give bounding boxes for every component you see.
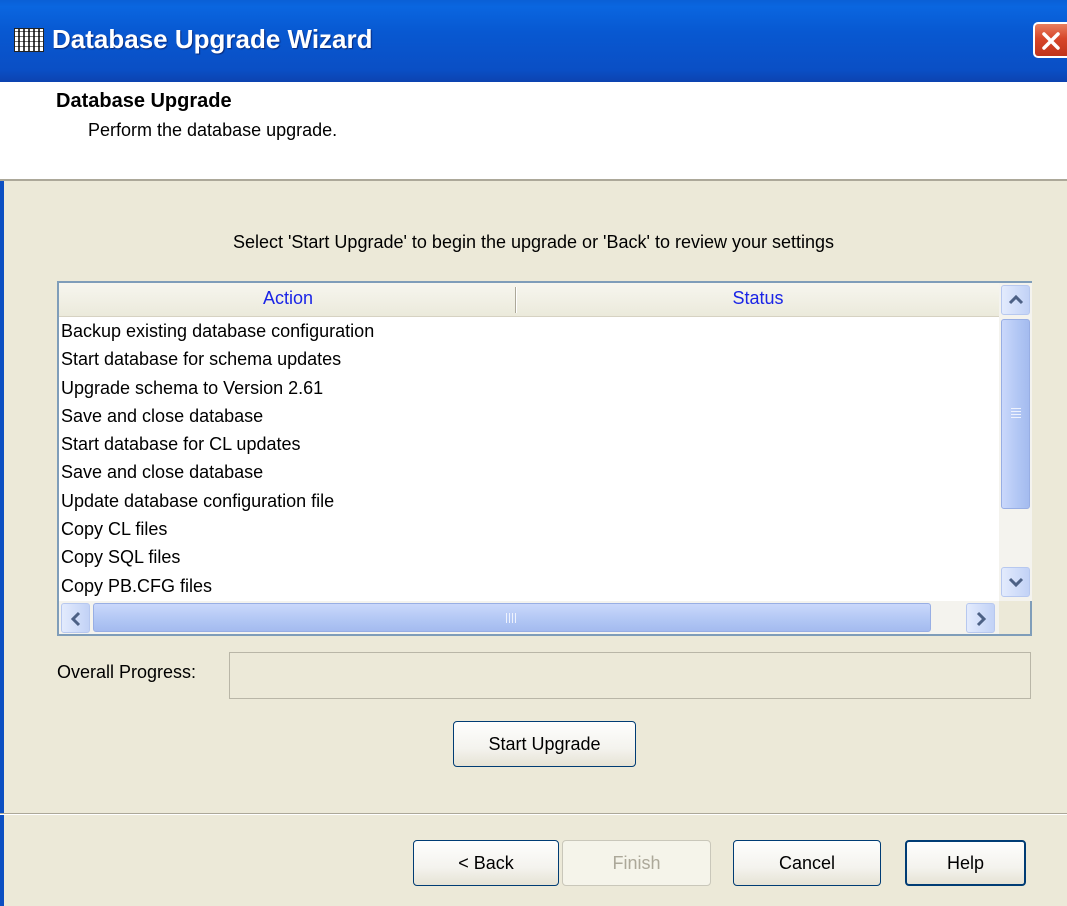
list-item[interactable]: Start database for schema updates	[59, 345, 999, 373]
finish-button[interactable]: Finish	[562, 840, 711, 886]
window-border-left	[0, 82, 4, 906]
list-item[interactable]: Save and close database	[59, 458, 999, 486]
action-status-list[interactable]: Action Status Backup existing database c…	[57, 281, 1032, 636]
list-rows: Backup existing database configuration S…	[59, 317, 999, 601]
column-header-action[interactable]: Action	[59, 288, 517, 309]
horizontal-scrollbar[interactable]	[59, 601, 999, 634]
scroll-down-button[interactable]	[1001, 567, 1030, 597]
scroll-right-button[interactable]	[966, 603, 995, 633]
column-header-status[interactable]: Status	[517, 288, 999, 309]
list-item[interactable]: Start database for CL updates	[59, 430, 999, 458]
list-column-header: Action Status	[59, 283, 999, 317]
list-item[interactable]: Copy CL files	[59, 515, 999, 543]
vertical-scrollbar[interactable]	[999, 283, 1032, 601]
back-button[interactable]: < Back	[413, 840, 559, 886]
scroll-left-button[interactable]	[61, 603, 90, 633]
page-subtitle: Perform the database upgrade.	[88, 120, 338, 140]
overall-progress-label: Overall Progress:	[57, 662, 197, 682]
database-wizard-icon	[14, 28, 44, 52]
footer-divider	[0, 813, 1067, 815]
instruction-text: Select 'Start Upgrade' to begin the upgr…	[232, 232, 835, 252]
vertical-scroll-thumb[interactable]	[1001, 319, 1030, 509]
window-title: Database Upgrade Wizard	[52, 24, 373, 54]
start-upgrade-button[interactable]: Start Upgrade	[453, 721, 636, 767]
help-button[interactable]: Help	[905, 840, 1026, 886]
title-bar[interactable]: Database Upgrade Wizard	[0, 0, 1067, 82]
close-button[interactable]	[1033, 22, 1067, 58]
wizard-header: Database Upgrade Perform the database up…	[0, 82, 1067, 181]
list-item[interactable]: Backup existing database configuration	[59, 317, 999, 345]
list-item[interactable]: Copy PB.CFG files	[59, 572, 999, 600]
list-item[interactable]: Update database configuration file	[59, 487, 999, 515]
list-item[interactable]: Upgrade schema to Version 2.61	[59, 374, 999, 402]
horizontal-scroll-thumb[interactable]	[93, 603, 931, 632]
list-item[interactable]: Copy SQL files	[59, 543, 999, 571]
page-title: Database Upgrade	[56, 90, 232, 112]
list-item[interactable]: Save and close database	[59, 402, 999, 430]
overall-progress-bar	[229, 652, 1031, 699]
scroll-up-button[interactable]	[1001, 285, 1030, 315]
cancel-button[interactable]: Cancel	[733, 840, 881, 886]
